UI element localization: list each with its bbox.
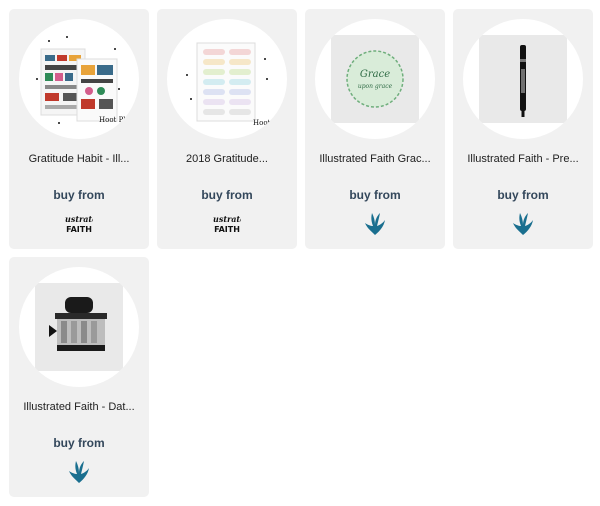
blue-splash-logo-icon[interactable] bbox=[509, 211, 537, 237]
label-sticker-sheet-image: Hoot Ph! bbox=[186, 42, 285, 127]
product-image[interactable]: Hoot Ph! bbox=[167, 19, 287, 139]
product-image[interactable]: Hoot Ph! bbox=[19, 19, 139, 139]
product-card[interactable]: Hoot Ph! 2018 Gratitude... buy from Illu… bbox=[157, 9, 297, 249]
logo-text-line1: Illustrated bbox=[65, 214, 93, 224]
illustrated-faith-logo-icon[interactable]: Illustrated FAITH bbox=[202, 211, 251, 237]
sticker-sheets-image: Hoot Ph! bbox=[36, 36, 131, 124]
buy-from-label[interactable]: buy from bbox=[305, 188, 445, 202]
product-title[interactable]: Gratitude Habit - Ill... bbox=[15, 153, 143, 165]
logo-text-line2: FAITH bbox=[66, 225, 92, 234]
logo-text-line2: FAITH bbox=[214, 225, 240, 234]
blue-splash-logo-icon[interactable] bbox=[65, 459, 93, 485]
product-card[interactable]: Grace upon grace Illustrated Faith Grac.… bbox=[305, 9, 445, 249]
buy-from-label[interactable]: buy from bbox=[157, 188, 297, 202]
blue-splash-logo-icon[interactable] bbox=[361, 211, 389, 237]
product-title[interactable]: 2018 Gratitude... bbox=[163, 153, 291, 165]
product-title[interactable]: Illustrated Faith Grac... bbox=[311, 153, 439, 165]
product-card[interactable]: Illustrated Faith - Dat... buy from bbox=[9, 257, 149, 497]
svg-text:Hoot Ph!: Hoot Ph! bbox=[99, 116, 131, 124]
grace-stamp-print-image: Grace upon grace bbox=[331, 35, 419, 123]
date-stamp-image bbox=[35, 283, 123, 371]
product-image[interactable] bbox=[463, 19, 583, 139]
product-image[interactable] bbox=[19, 267, 139, 387]
product-card[interactable]: Hoot Ph! Gratitude Habit - Ill... buy fr… bbox=[9, 9, 149, 249]
product-title[interactable]: Illustrated Faith - Pre... bbox=[459, 153, 587, 165]
product-title[interactable]: Illustrated Faith - Dat... bbox=[15, 401, 143, 413]
stamp-text-line2: upon grace bbox=[358, 83, 393, 90]
stamp-text-line1: Grace bbox=[360, 69, 390, 80]
buy-from-label[interactable]: buy from bbox=[9, 188, 149, 202]
buy-from-label[interactable]: buy from bbox=[453, 188, 593, 202]
buy-from-label[interactable]: buy from bbox=[9, 436, 149, 450]
product-image[interactable]: Grace upon grace bbox=[315, 19, 435, 139]
illustrated-faith-logo-icon[interactable]: Illustrated FAITH bbox=[54, 211, 103, 237]
black-pen-image bbox=[479, 35, 567, 123]
logo-text-line1: Illustrated bbox=[213, 214, 241, 224]
svg-text:Hoot Ph!: Hoot Ph! bbox=[253, 119, 285, 127]
product-card[interactable]: Illustrated Faith - Pre... buy from bbox=[453, 9, 593, 249]
